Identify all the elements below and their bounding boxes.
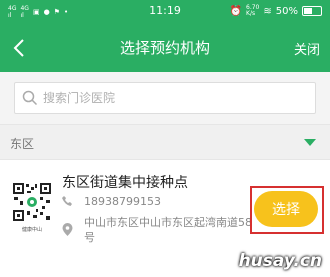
region-filter-bar[interactable]: 东区 — [0, 124, 330, 160]
wifi-icon: ≋ — [263, 5, 272, 17]
network-speed: 6.70 K/s — [246, 4, 260, 17]
battery-text: 50% — [275, 5, 298, 17]
status-right: ⏰ 6.70 K/s ≋ 50% — [230, 5, 322, 17]
phone-icon — [62, 196, 72, 206]
dropdown-arrow-icon[interactable] — [304, 139, 316, 146]
location-pin-icon — [62, 223, 73, 236]
watermark: husay.cn — [238, 251, 322, 271]
alarm-icon: ⏰ — [229, 5, 243, 17]
clinic-address: 中山市东区中山市东区起湾南道58号 — [84, 216, 252, 244]
battery-icon — [302, 6, 322, 16]
region-label: 东区 — [10, 137, 35, 151]
search-input[interactable] — [43, 83, 311, 113]
search-area — [0, 72, 330, 124]
clinic-phone[interactable]: 18938799153 — [84, 195, 161, 208]
select-button[interactable]: 选择 — [254, 191, 318, 227]
search-icon — [22, 90, 38, 106]
page-title: 选择预约机构 — [119, 39, 210, 57]
close-button[interactable]: 关闭 — [294, 39, 320, 58]
status-bar: 4G ıl 4G ıl ▣ ● ⚑ • 11:19 ⏰ 6.70 K/s ≋ 50% — [0, 0, 330, 24]
qr-code-icon — [12, 182, 52, 222]
nav-bar: 选择预约机构 关闭 — [0, 24, 330, 72]
search-box[interactable] — [14, 82, 316, 114]
qr-caption: 健康中山 — [21, 227, 42, 233]
clinic-name: 东区街道集中接种点 — [62, 175, 188, 191]
